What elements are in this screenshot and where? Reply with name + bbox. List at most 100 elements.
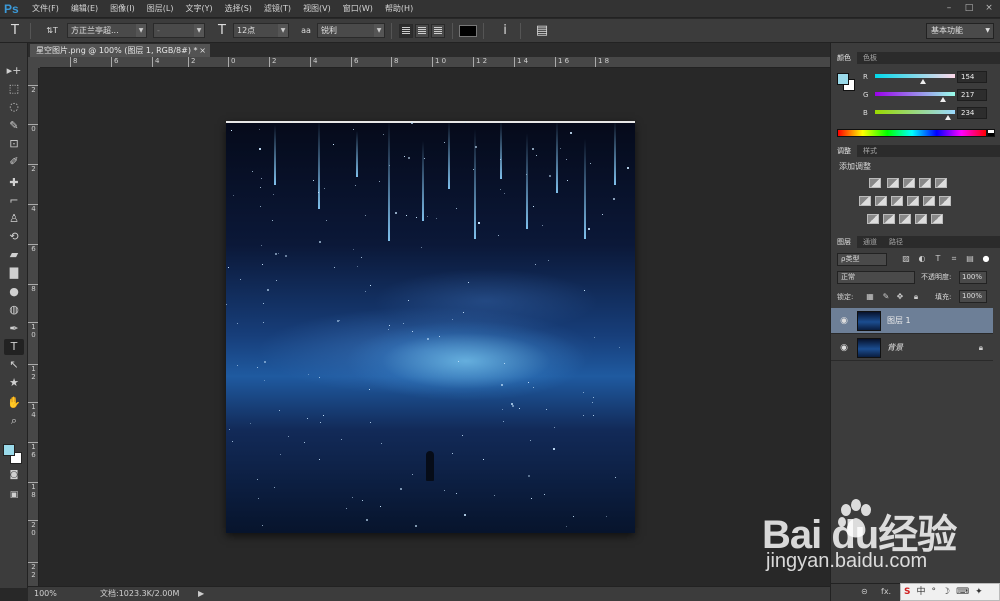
- tab-adjustments[interactable]: 调整: [831, 145, 857, 157]
- lasso-tool-icon[interactable]: ◌: [4, 99, 24, 115]
- filter-shape-icon[interactable]: ⌗: [949, 254, 959, 264]
- green-track[interactable]: [875, 92, 955, 96]
- move-tool-icon[interactable]: ▸+: [4, 63, 24, 79]
- lock-image-icon[interactable]: ✎: [881, 292, 891, 302]
- color-lookup-icon[interactable]: [939, 196, 951, 206]
- menu-help[interactable]: 帮助(H): [379, 0, 419, 18]
- anti-alias-select[interactable]: 锐利 ▼: [317, 23, 385, 38]
- menu-window[interactable]: 窗口(W): [337, 0, 379, 18]
- exposure-icon[interactable]: [919, 178, 931, 188]
- close-icon[interactable]: ×: [199, 44, 206, 57]
- hue-saturation-icon[interactable]: [859, 196, 871, 206]
- align-right-button[interactable]: [431, 23, 445, 38]
- custom-shape-tool-icon[interactable]: ★: [4, 375, 24, 391]
- tab-channels[interactable]: 通道: [857, 236, 883, 248]
- font-size-select[interactable]: 12点 ▼: [233, 23, 289, 38]
- filter-pixel-icon[interactable]: ▨: [901, 254, 911, 264]
- brightness-icon[interactable]: [869, 178, 881, 188]
- quick-select-tool-icon[interactable]: ✎: [4, 118, 24, 134]
- channel-mixer-icon[interactable]: [923, 196, 935, 206]
- menu-edit[interactable]: 编辑(E): [65, 0, 104, 18]
- layer-name[interactable]: 背景: [887, 335, 903, 361]
- text-orientation-icon[interactable]: ⇅T: [43, 22, 61, 40]
- ime-tools-icon[interactable]: ✦: [972, 584, 986, 600]
- layer-style-icon[interactable]: fx.: [881, 587, 891, 596]
- clone-stamp-tool-icon[interactable]: ♙: [4, 211, 24, 227]
- blue-value[interactable]: 234: [957, 107, 987, 119]
- document-tab[interactable]: 星空图片.png @ 100% (图层 1, RGB/8#) * ×: [30, 44, 210, 57]
- menu-select[interactable]: 选择(S): [219, 0, 258, 18]
- invert-icon[interactable]: [867, 214, 879, 224]
- threshold-icon[interactable]: [899, 214, 911, 224]
- blue-slider[interactable]: B 234: [861, 107, 997, 121]
- menu-layer[interactable]: 图层(L): [141, 0, 180, 18]
- type-tool-icon[interactable]: T: [4, 339, 24, 355]
- layer-filter-select[interactable]: ρ类型: [837, 253, 887, 266]
- zoom-level[interactable]: 100%: [34, 587, 57, 601]
- history-brush-tool-icon[interactable]: ⟲: [4, 229, 24, 245]
- tab-layers[interactable]: 图层: [831, 236, 857, 248]
- red-value[interactable]: 154: [957, 71, 987, 83]
- ime-moon-icon[interactable]: ☽: [939, 584, 953, 600]
- blend-mode-select[interactable]: 正常: [837, 271, 915, 284]
- ime-chinese-mode[interactable]: 中: [913, 584, 928, 600]
- visibility-eye-icon[interactable]: ◉: [838, 342, 850, 354]
- warp-text-icon[interactable]: ⅰ: [496, 22, 514, 40]
- zoom-tool-icon[interactable]: ⌕: [4, 413, 24, 429]
- black-white-icon[interactable]: [891, 196, 903, 206]
- tab-styles[interactable]: 样式: [857, 145, 883, 157]
- brush-tool-icon[interactable]: ⌐: [4, 193, 24, 209]
- canvas-area[interactable]: [40, 68, 830, 586]
- blur-tool-icon[interactable]: ●: [4, 284, 24, 300]
- green-value[interactable]: 217: [957, 89, 987, 101]
- green-thumb[interactable]: [940, 97, 946, 102]
- gradient-map-icon[interactable]: [931, 214, 943, 224]
- screen-mode-icon[interactable]: ▣: [4, 487, 24, 503]
- link-layers-icon[interactable]: ⊝: [861, 587, 868, 596]
- pen-tool-icon[interactable]: ✒: [4, 321, 24, 337]
- workspace-select[interactable]: 基本功能 ▼: [926, 23, 994, 39]
- filter-smart-object-icon[interactable]: ▤: [965, 254, 975, 264]
- red-thumb[interactable]: [920, 79, 926, 84]
- text-color-swatch[interactable]: [459, 24, 477, 37]
- vibrance-icon[interactable]: [935, 178, 947, 188]
- tab-swatches[interactable]: 色板: [857, 52, 883, 64]
- red-slider[interactable]: R 154: [861, 71, 997, 85]
- healing-brush-tool-icon[interactable]: ✚: [4, 175, 24, 191]
- filter-adjustment-icon[interactable]: ◐: [917, 254, 927, 264]
- menu-image[interactable]: 图像(I): [104, 0, 141, 18]
- filter-type-icon[interactable]: T: [933, 254, 943, 264]
- maximize-button[interactable]: □: [962, 2, 976, 14]
- curves-icon[interactable]: [903, 178, 915, 188]
- minimize-button[interactable]: –: [942, 2, 956, 14]
- menu-view[interactable]: 视图(V): [297, 0, 337, 18]
- type-tool-icon[interactable]: T: [6, 22, 24, 40]
- fill-input[interactable]: 100%: [959, 290, 987, 303]
- document-image[interactable]: [226, 121, 635, 533]
- quick-mask-icon[interactable]: ◙: [4, 467, 24, 483]
- foreground-color-swatch[interactable]: [837, 73, 849, 85]
- lock-all-icon[interactable]: 🔒︎: [911, 292, 921, 302]
- align-left-button[interactable]: [399, 23, 413, 38]
- eyedropper-tool-icon[interactable]: ✐: [4, 154, 24, 170]
- lock-transparency-icon[interactable]: ▦: [865, 292, 875, 302]
- ime-punctuation[interactable]: °: [929, 584, 940, 600]
- visibility-eye-icon[interactable]: ◉: [838, 315, 850, 327]
- path-selection-tool-icon[interactable]: ↖: [4, 357, 24, 373]
- layer-row-layer1[interactable]: ◉ 图层 1: [831, 308, 993, 334]
- selective-color-icon[interactable]: [915, 214, 927, 224]
- blue-track[interactable]: [875, 110, 955, 114]
- menu-file[interactable]: 文件(F): [26, 0, 65, 18]
- posterize-icon[interactable]: [883, 214, 895, 224]
- hand-tool-icon[interactable]: ✋: [4, 395, 24, 411]
- photo-filter-icon[interactable]: [907, 196, 919, 206]
- blue-thumb[interactable]: [945, 115, 951, 120]
- lock-position-icon[interactable]: ✥: [895, 292, 905, 302]
- tab-paths[interactable]: 路径: [883, 236, 909, 248]
- layer-row-background[interactable]: ◉ 背景 🔒︎: [831, 335, 993, 361]
- font-family-select[interactable]: 方正兰亭超... ▼: [67, 23, 147, 38]
- filter-toggle-icon[interactable]: ●: [981, 254, 991, 264]
- marquee-tool-icon[interactable]: ⬚: [4, 81, 24, 97]
- eraser-tool-icon[interactable]: ▰: [4, 247, 24, 263]
- dodge-tool-icon[interactable]: ◍: [4, 302, 24, 318]
